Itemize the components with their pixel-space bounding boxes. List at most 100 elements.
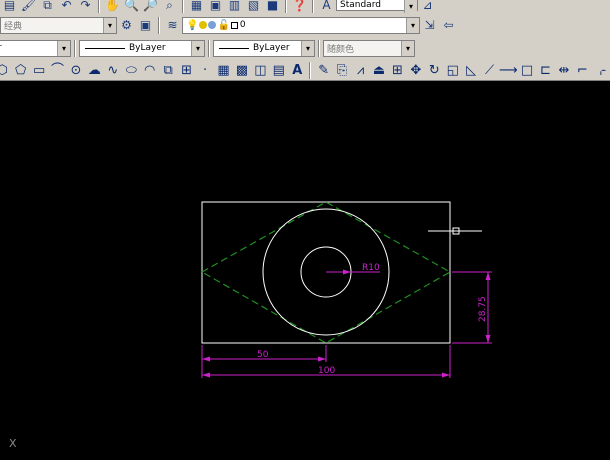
ellipse-arc-icon[interactable]: ◠ — [142, 62, 158, 79]
pan-icon[interactable]: ✋ — [104, 0, 121, 11]
linetype-select[interactable]: ByLayer ▾ — [79, 39, 205, 57]
array-icon[interactable]: ⊞ — [389, 62, 405, 79]
separator — [182, 0, 184, 13]
drawing-canvas[interactable]: R10 50 100 28.75 X — [0, 81, 610, 460]
offset-icon[interactable]: ⏏ — [371, 62, 387, 79]
crosshair-cursor — [428, 227, 482, 235]
erase-icon[interactable]: ✎ — [315, 62, 331, 79]
layer-value: 0 — [239, 20, 246, 30]
scale-icon[interactable]: ◱ — [445, 62, 461, 79]
fillet-icon[interactable]: ⌌ — [593, 62, 609, 79]
break-icon[interactable]: ⊏ — [537, 62, 553, 79]
dim-arrow — [202, 372, 210, 378]
plot-style-select[interactable]: 随颜色 ▾ — [323, 39, 415, 57]
tool-palettes-icon[interactable]: ▥ — [226, 0, 243, 11]
layer-state-icons: 💡 🔓 — [186, 20, 238, 31]
dim-text-half: 50 — [257, 350, 269, 360]
toolbar-row-standard: ▤ 🖌 ⧉ ↶ ↷ ✋ 🔍 🔎 ⌕ ▦ ▣ ▥ ▧ ■ ❓ A Standard… — [0, 0, 610, 13]
extend-icon[interactable]: ⟶ — [499, 62, 518, 79]
text-style-icon[interactable]: A — [318, 0, 335, 11]
workspace-save-icon[interactable]: ▣ — [137, 17, 154, 34]
make-object-layer-current-icon[interactable]: ⇲ — [421, 17, 438, 34]
chevron-down-icon: ▾ — [401, 40, 414, 56]
lineweight-select[interactable]: ByLayer ▾ — [213, 39, 315, 57]
properties-icon[interactable]: ▦ — [188, 0, 205, 11]
toolbar-row-workspace-layers: 经典 ▾ ⚙ ▣ ≋ 💡 🔓 0 ▾ ⇲ ⇦ — [0, 14, 610, 36]
separator — [74, 39, 76, 57]
dim-text-full: 100 — [318, 366, 335, 376]
rectangle-icon[interactable]: ▭ — [31, 62, 47, 79]
multiline-text-icon[interactable]: A — [289, 62, 305, 79]
copy-icon[interactable]: ⧉ — [39, 0, 56, 11]
trim-icon[interactable]: ⟋ — [481, 62, 497, 79]
sheet-set-icon[interactable]: ▧ — [245, 0, 262, 11]
polygon-icon[interactable]: ⬡ — [0, 62, 10, 79]
match-properties-icon[interactable]: 🖌 — [20, 0, 37, 11]
chevron-down-icon: ▾ — [406, 17, 419, 33]
separator — [208, 39, 210, 57]
join-icon[interactable]: ⇹ — [556, 62, 572, 79]
radius-arrow — [343, 269, 351, 275]
paste-icon[interactable]: ▤ — [1, 0, 18, 11]
layer-select[interactable]: 💡 🔓 0 ▾ — [182, 16, 420, 34]
toolbar-row-properties: r ▾ ByLayer ▾ ByLayer ▾ 随颜色 ▾ — [0, 37, 610, 59]
move-icon[interactable]: ✥ — [408, 62, 424, 79]
lock-icon: 🔓 — [217, 19, 230, 31]
arc-icon[interactable]: ⌒ — [49, 62, 65, 79]
lightbulb-icon: 💡 — [186, 19, 199, 31]
separator — [318, 39, 320, 57]
layer-previous-icon[interactable]: ⇦ — [440, 17, 457, 34]
spline-icon[interactable]: ∿ — [105, 62, 121, 79]
zoom-window-icon[interactable]: 🔎 — [142, 0, 159, 11]
workspace-settings-icon[interactable]: ⚙ — [118, 17, 135, 34]
text-style-value: Standard — [340, 0, 381, 10]
zoom-realtime-icon[interactable]: 🔍 — [123, 0, 140, 11]
undo-icon[interactable]: ↶ — [58, 0, 75, 11]
revision-cloud-icon[interactable]: ☁ — [86, 62, 102, 79]
toolbar-row-draw-modify: ⬡ ⬠ ▭ ⌒ ⊙ ☁ ∿ ⬭ ◠ ⧉ ⊞ · ▦ ▩ ◫ ▤ A ✎ ⎘ ⩘ … — [0, 59, 610, 81]
copy-object-icon[interactable]: ⎘ — [334, 62, 350, 79]
linetype-sample — [85, 47, 125, 49]
mirror-icon[interactable]: ⩘ — [352, 62, 368, 79]
break-at-point-icon[interactable]: □ — [519, 62, 535, 79]
workspace-value: 经典 — [4, 21, 23, 32]
text-style-select[interactable]: Standard ▾ — [336, 0, 418, 13]
separator — [309, 61, 312, 79]
hatch-icon[interactable]: ▦ — [215, 62, 231, 79]
insert-block-icon[interactable]: ⧉ — [160, 62, 176, 79]
ellipse-icon[interactable]: ⬭ — [123, 62, 139, 79]
dim-arrow — [485, 335, 491, 343]
make-block-icon[interactable]: ⊞ — [178, 62, 194, 79]
point-icon[interactable]: · — [197, 62, 213, 79]
linetype-value: ByLayer — [129, 43, 166, 53]
dim-arrow — [318, 356, 326, 362]
dim-arrow — [202, 356, 210, 362]
chevron-down-icon: ▾ — [301, 40, 314, 56]
region-icon[interactable]: ◫ — [252, 62, 268, 79]
color-select[interactable]: r ▾ — [0, 39, 71, 57]
workspace-select[interactable]: 经典 ▾ — [0, 16, 117, 34]
table-icon[interactable]: ▤ — [271, 62, 287, 79]
circle-icon[interactable]: ⊙ — [68, 62, 84, 79]
layer-manager-icon[interactable]: ≋ — [164, 17, 181, 34]
rotate-icon[interactable]: ↻ — [426, 62, 442, 79]
sun-icon — [199, 21, 208, 29]
gradient-icon[interactable]: ▩ — [234, 62, 250, 79]
stretch-icon[interactable]: ◺ — [463, 62, 479, 79]
dim-style-icon[interactable]: ⊿ — [419, 0, 436, 11]
separator — [312, 0, 314, 13]
radius-dimension-text: R10 — [362, 263, 380, 273]
plot-style-value: 随颜色 — [327, 44, 355, 55]
help-icon[interactable]: ❓ — [291, 0, 308, 11]
drawing-svg: R10 50 100 28.75 — [200, 201, 492, 378]
dim-arrow — [442, 372, 450, 378]
pentagon-icon[interactable]: ⬠ — [12, 62, 28, 79]
markup-icon[interactable]: ■ — [264, 0, 281, 11]
separator — [98, 0, 100, 13]
chamfer-icon[interactable]: ⌐ — [574, 62, 590, 79]
redo-icon[interactable]: ↷ — [77, 0, 94, 11]
zoom-previous-icon[interactable]: ⌕ — [161, 0, 178, 11]
dim-arrow — [485, 272, 491, 280]
layer-color-swatch — [230, 21, 238, 29]
design-center-icon[interactable]: ▣ — [207, 0, 224, 11]
